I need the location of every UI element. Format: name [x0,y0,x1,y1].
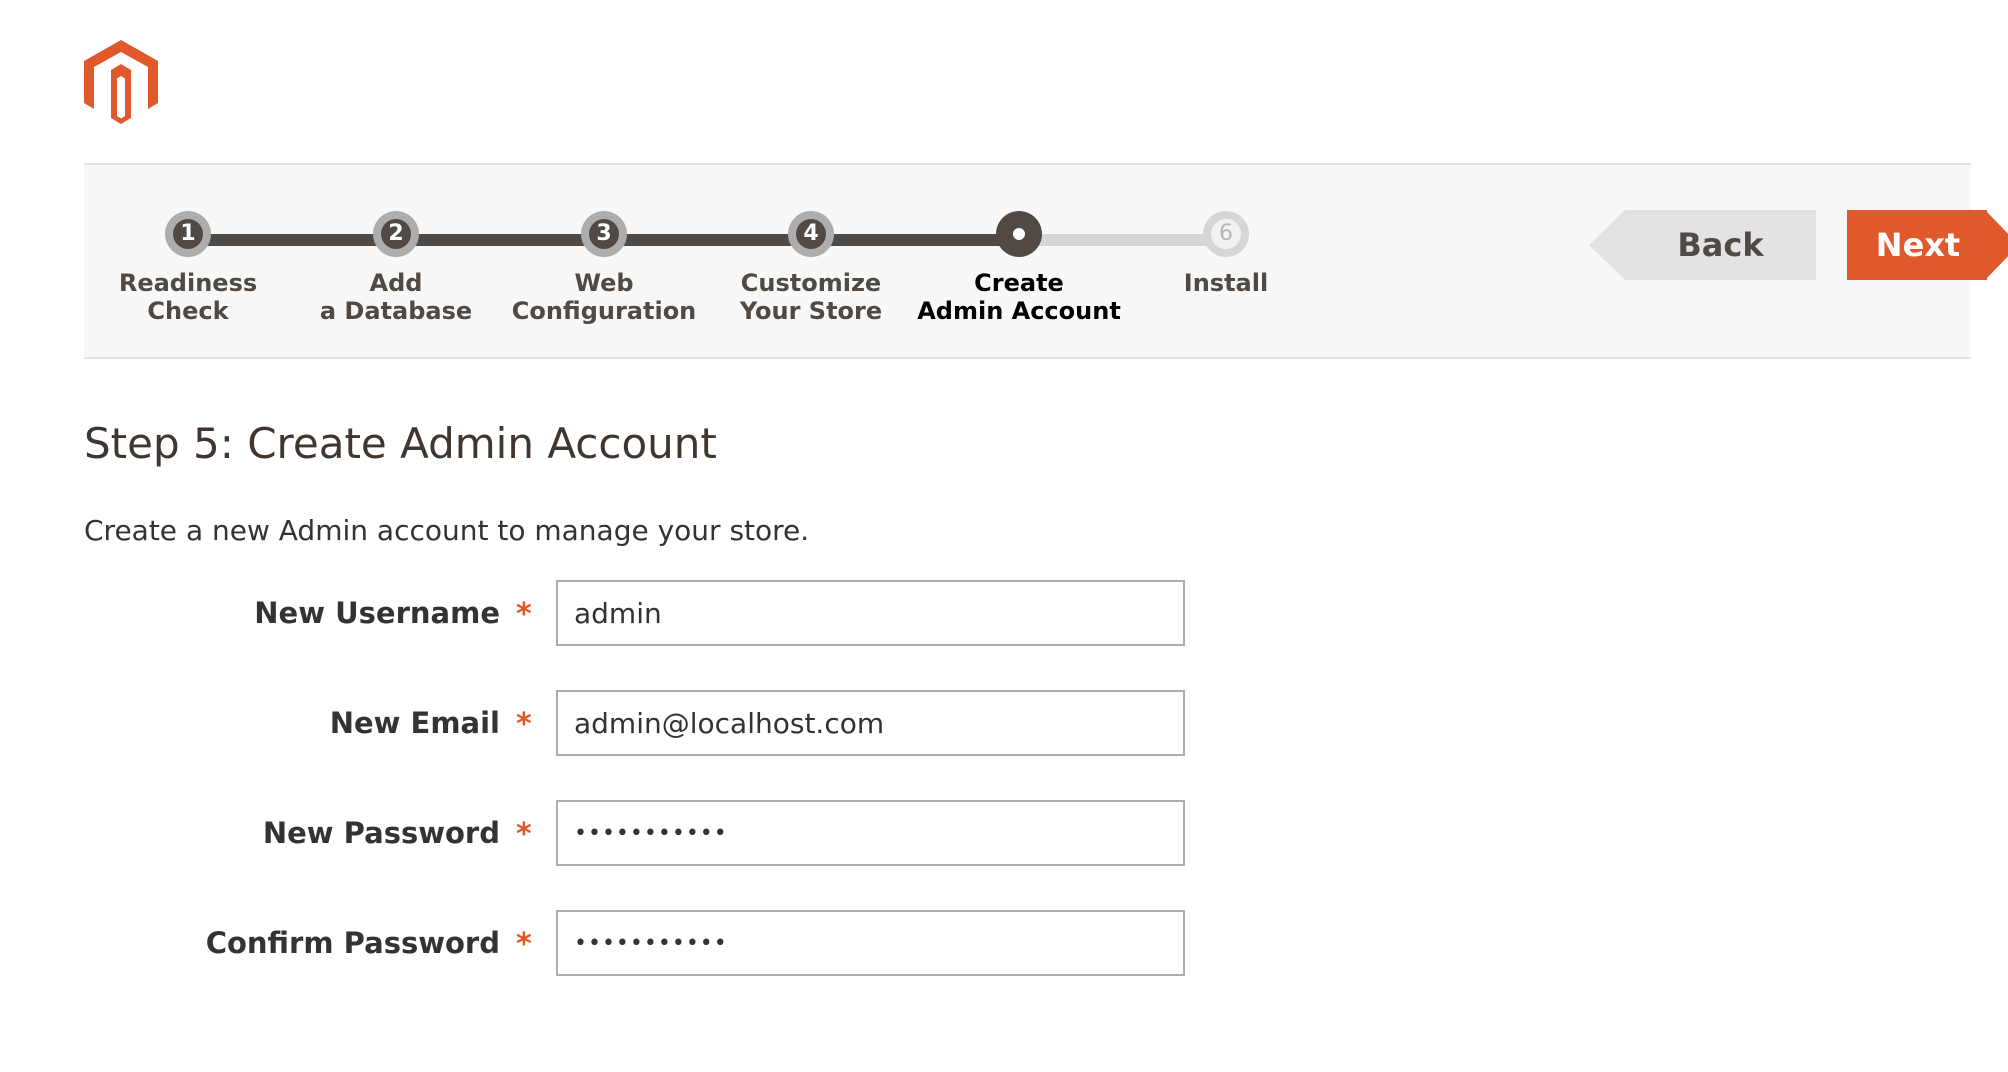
step-marker: 1 [165,211,211,257]
step-add-database: 2 Add a Database [276,211,516,325]
step-marker: 3 [581,211,627,257]
step-number: 1 [173,219,203,249]
step-customize-store: 4 Customize Your Store [691,211,931,325]
email-input[interactable] [556,690,1185,756]
email-row: New Email * [84,690,1204,756]
username-input[interactable] [556,580,1185,646]
step-label: Create Admin Account [917,269,1121,325]
step-label: Add a Database [319,269,473,325]
step-number: 3 [589,219,619,249]
step-number: 2 [381,219,411,249]
password-input[interactable] [556,800,1185,866]
setup-progress-nav: 1 Readiness Check 2 Add a Database 3 Web… [84,163,2008,359]
step-marker-current [996,211,1042,257]
email-label: New Email [329,706,500,740]
back-arrow-shape [1589,210,1625,280]
back-button-label: Back [1625,210,1816,280]
required-marker: * [516,707,532,742]
step-number: 6 [1211,219,1241,249]
confirm-password-row: Confirm Password * [84,910,1204,976]
next-arrow-shape [1985,210,2008,280]
password-label: New Password [262,816,500,850]
username-label: New Username [254,596,500,630]
step-readiness-check: 1 Readiness Check [68,211,308,325]
next-button[interactable]: Next [1847,210,2008,280]
magento-logo-icon [84,40,158,124]
password-row: New Password * [84,800,1204,866]
step-number [1007,222,1031,246]
step-marker: 6 [1203,211,1249,257]
step-marker: 4 [788,211,834,257]
intro-text: Create a new Admin account to manage you… [84,514,810,547]
step-create-admin-account: Create Admin Account [899,211,1139,325]
step-label: Web Configuration [511,269,697,325]
step-install: 6 Install [1106,211,1346,297]
step-number: 4 [796,219,826,249]
back-button[interactable]: Back [1589,210,1816,280]
required-marker: * [516,817,532,852]
step-label: Readiness Check [118,269,258,325]
step-marker: 2 [373,211,419,257]
step-label: Install [1183,269,1269,297]
confirm-password-label: Confirm Password [205,926,500,960]
step-label: Customize Your Store [739,269,883,325]
page-title: Step 5: Create Admin Account [84,419,717,468]
step-web-configuration: 3 Web Configuration [484,211,724,325]
required-marker: * [516,597,532,632]
confirm-password-input[interactable] [556,910,1185,976]
required-marker: * [516,927,532,962]
username-row: New Username * [84,580,1204,646]
next-button-label: Next [1847,210,1987,280]
